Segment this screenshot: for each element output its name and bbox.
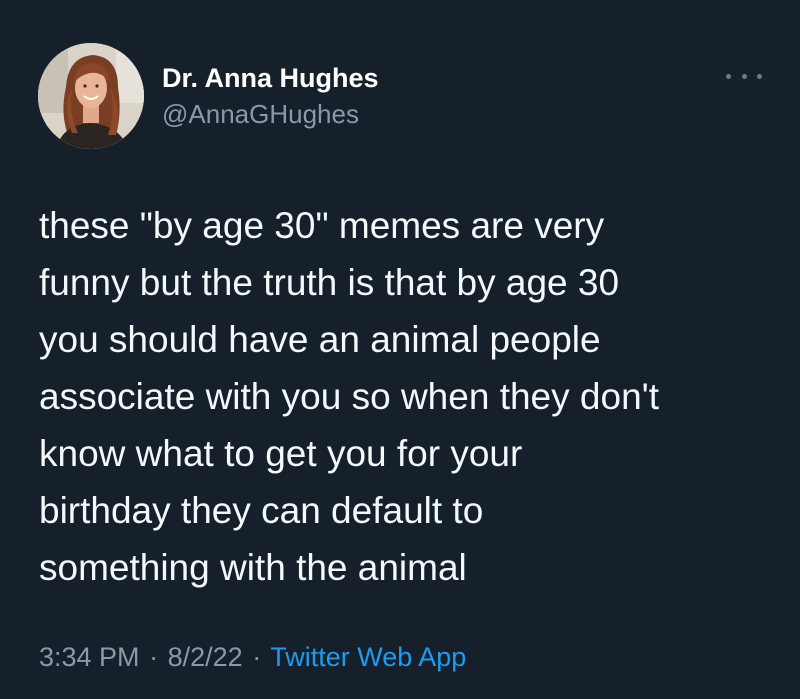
meta-separator: · — [149, 642, 159, 672]
author-display-name[interactable]: Dr. Anna Hughes — [162, 62, 379, 94]
tweet-card: Dr. Anna Hughes @AnnaGHughes these "by a… — [0, 0, 800, 699]
author-handle[interactable]: @AnnaGHughes — [162, 98, 379, 130]
tweet-meta: 3:34 PM · 8/2/22 · Twitter Web App — [39, 640, 466, 674]
dot-icon — [741, 73, 747, 79]
tweet-time[interactable]: 3:34 PM — [39, 642, 140, 672]
avatar[interactable] — [38, 43, 144, 149]
dot-icon — [757, 73, 762, 79]
dot-icon — [726, 73, 731, 79]
more-options-icon[interactable] — [726, 66, 762, 86]
meta-separator: · — [252, 642, 262, 672]
author-info: Dr. Anna Hughes @AnnaGHughes — [162, 62, 379, 130]
profile-photo-icon — [38, 43, 144, 149]
tweet-date[interactable]: 8/2/22 — [168, 642, 243, 672]
tweet-text: these "by age 30" memes are very funny b… — [39, 205, 659, 588]
tweet-source-link[interactable]: Twitter Web App — [270, 642, 466, 672]
